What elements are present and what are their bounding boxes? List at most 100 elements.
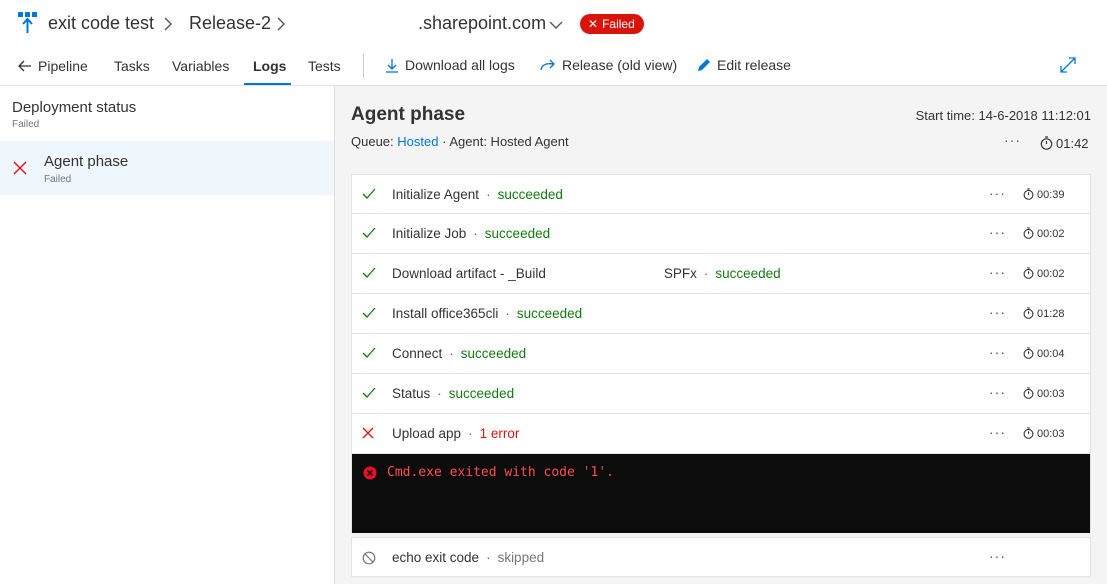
step-more-button[interactable]: ··· bbox=[989, 344, 1006, 360]
active-tab-indicator bbox=[244, 83, 291, 85]
timer-icon bbox=[1023, 267, 1034, 279]
console-output[interactable]: Cmd.exe exited with code '1'. bbox=[351, 454, 1091, 533]
step-more-button[interactable]: ··· bbox=[989, 304, 1006, 320]
pencil-icon bbox=[698, 59, 710, 71]
timer-icon bbox=[1040, 136, 1053, 150]
failed-x-icon bbox=[13, 161, 27, 175]
agent-phase-item[interactable]: Agent phase Failed bbox=[0, 141, 334, 195]
tab-pipeline[interactable]: Pipeline bbox=[18, 58, 88, 74]
left-panel: Deployment status Failed Agent phase Fai… bbox=[0, 86, 335, 584]
step-duration: 00:39 bbox=[1023, 188, 1065, 201]
step-row[interactable]: Connect · succeeded ··· 00:04 bbox=[351, 334, 1091, 374]
step-more-button[interactable]: ··· bbox=[989, 185, 1006, 201]
status-badge: ✕ Failed bbox=[580, 14, 644, 34]
close-icon: ✕ bbox=[588, 17, 599, 31]
phase-queue-info: Queue: Hosted · Agent: Hosted Agent bbox=[351, 134, 569, 149]
tab-logs[interactable]: Logs bbox=[253, 58, 286, 74]
step-row[interactable]: Install office365cli · succeeded ··· 01:28 bbox=[351, 294, 1091, 334]
timer-icon bbox=[1023, 227, 1034, 239]
phase-title: Agent phase bbox=[351, 104, 466, 125]
skipped-icon bbox=[362, 551, 376, 565]
arrow-left-icon bbox=[18, 60, 31, 72]
step-status: succeeded bbox=[448, 386, 515, 401]
download-all-logs-button[interactable]: Download all logs bbox=[385, 57, 515, 73]
step-duration: 00:04 bbox=[1023, 347, 1065, 360]
environment-name[interactable]: .sharepoint.com bbox=[418, 13, 546, 34]
step-duration: 00:02 bbox=[1023, 227, 1065, 240]
failed-x-icon bbox=[362, 427, 374, 439]
queue-link[interactable]: Hosted bbox=[397, 134, 438, 149]
step-name: Connect bbox=[392, 346, 443, 361]
deployment-status-state: Failed bbox=[12, 119, 40, 130]
toolbar-divider bbox=[363, 54, 364, 78]
deployment-status-title: Deployment status bbox=[12, 99, 137, 116]
edit-release-button[interactable]: Edit release bbox=[696, 57, 791, 73]
step-status: succeeded bbox=[484, 226, 551, 241]
timer-icon bbox=[1023, 307, 1034, 319]
tab-tests[interactable]: Tests bbox=[308, 58, 341, 74]
phase-details-panel: Agent phase Queue: Hosted · Agent: Hoste… bbox=[335, 86, 1107, 584]
release-old-view-button[interactable]: Release (old view) bbox=[540, 57, 677, 73]
step-more-button[interactable]: ··· bbox=[989, 264, 1006, 280]
step-name: Status bbox=[392, 386, 431, 401]
step-duration: 00:02 bbox=[1023, 267, 1065, 280]
step-duration: 00:03 bbox=[1023, 427, 1065, 440]
phase-duration: 01:42 bbox=[1040, 136, 1089, 151]
step-duration: 01:28 bbox=[1023, 307, 1065, 320]
timer-icon bbox=[1023, 387, 1034, 399]
step-more-button[interactable]: ··· bbox=[989, 384, 1006, 400]
step-name-suffix: SPFx bbox=[663, 266, 697, 281]
step-status: skipped bbox=[497, 550, 545, 565]
console-error-message: Cmd.exe exited with code '1'. bbox=[387, 465, 614, 480]
phase-more-button[interactable]: ··· bbox=[1004, 132, 1021, 148]
timer-icon bbox=[1023, 427, 1034, 439]
redo-arrow-icon bbox=[540, 59, 555, 71]
step-duration: 00:03 bbox=[1023, 387, 1065, 400]
step-row[interactable]: Status · succeeded ··· 00:03 bbox=[351, 374, 1091, 414]
step-name: Initialize Job bbox=[392, 226, 467, 241]
step-status: succeeded bbox=[497, 187, 563, 202]
step-status: succeeded bbox=[516, 306, 583, 321]
step-row[interactable]: Upload app · 1 error ··· 00:03 bbox=[351, 414, 1091, 454]
release-pipeline-icon bbox=[18, 12, 37, 33]
tab-bar: Pipeline Tasks Variables Logs Tests Down… bbox=[0, 48, 1107, 86]
step-more-button[interactable]: ··· bbox=[989, 424, 1006, 440]
step-list: Initialize Agent · succeeded ··· 00:39 Ini… bbox=[351, 174, 1091, 577]
top-bar: exit code test Release-2 .sharepoint.com… bbox=[0, 0, 1107, 48]
check-icon bbox=[362, 188, 376, 199]
step-row[interactable]: Initialize Job · succeeded ··· 00:02 bbox=[351, 214, 1091, 254]
timer-icon bbox=[1023, 188, 1034, 200]
step-row[interactable]: Download artifact - _Build SPFx · succeeded… bbox=[351, 254, 1091, 294]
timer-icon bbox=[1023, 347, 1034, 359]
breadcrumb-project[interactable]: exit code test bbox=[48, 13, 154, 34]
check-icon bbox=[362, 307, 376, 318]
chevron-right-icon[interactable] bbox=[276, 17, 286, 31]
step-row[interactable]: Initialize Agent · succeeded ··· 00:39 bbox=[351, 174, 1091, 214]
step-name: echo exit code bbox=[392, 550, 480, 565]
agent-phase-title: Agent phase bbox=[44, 153, 129, 170]
agent-phase-state: Failed bbox=[44, 174, 72, 185]
chevron-down-icon[interactable] bbox=[549, 20, 563, 30]
step-row[interactable]: echo exit code · skipped ··· bbox=[351, 537, 1091, 577]
step-name: Download artifact - _Build bbox=[392, 266, 546, 281]
tab-variables[interactable]: Variables bbox=[172, 58, 229, 74]
check-icon bbox=[362, 227, 376, 238]
step-name: Initialize Agent bbox=[392, 187, 480, 202]
step-name: Upload app bbox=[392, 426, 462, 441]
step-status: succeeded bbox=[460, 346, 527, 361]
start-time: Start time: 14-6-2018 11:12:01 bbox=[915, 108, 1091, 123]
step-name: Install office365cli bbox=[392, 306, 499, 321]
step-status: 1 error bbox=[479, 426, 520, 441]
check-icon bbox=[362, 347, 376, 358]
tab-tasks[interactable]: Tasks bbox=[114, 58, 150, 74]
step-status: succeeded bbox=[715, 266, 781, 281]
download-icon bbox=[386, 59, 398, 73]
chevron-right-icon bbox=[164, 17, 172, 31]
check-icon bbox=[362, 387, 376, 398]
error-circle-icon bbox=[363, 466, 377, 480]
breadcrumb-release[interactable]: Release-2 bbox=[189, 13, 271, 34]
check-icon bbox=[362, 267, 376, 278]
expand-icon[interactable] bbox=[1059, 56, 1077, 74]
step-more-button[interactable]: ··· bbox=[989, 548, 1006, 564]
step-more-button[interactable]: ··· bbox=[989, 224, 1006, 240]
